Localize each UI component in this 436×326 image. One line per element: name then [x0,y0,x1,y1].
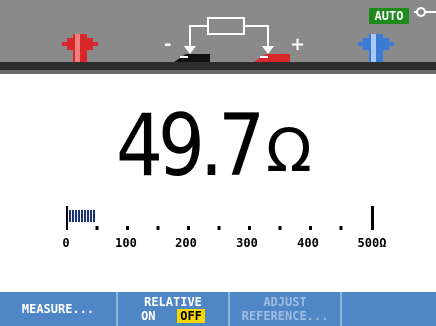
tick-label-200: 200 [175,236,197,250]
relative-softkey-title: RELATIVE [144,295,202,309]
measure-softkey[interactable]: MEASURE... [0,292,118,326]
resistor-schematic-icon [174,17,290,62]
bar-segment-6 [87,210,89,222]
scale-tick-3 [156,226,160,230]
bar-start-marker [66,206,68,230]
bar-graph: 0 100 200 300 400 500Ω [0,196,436,256]
bar-segment-1 [72,210,74,222]
scale-tick-1 [95,226,99,230]
relative-off-option: OFF [177,309,205,323]
softkey-bar: MEASURE... RELATIVE ON OFF ADJUST REFERE… [0,292,436,326]
measure-softkey-label: MEASURE... [21,302,95,316]
bar-graph-scale [66,206,374,230]
adjust-softkey-line2: REFERENCE... [241,309,329,323]
scale-tick-8 [309,226,312,230]
tick-label-400: 400 [297,236,319,250]
tick-label-500: 500Ω [357,236,387,250]
tick-label-300: 300 [236,236,258,250]
connector-plug-icon [414,7,436,17]
relative-on-option: ON [141,309,156,323]
main-reading: 49.7 Ω [116,100,356,192]
reading-value: 49.7 [116,96,265,196]
relative-softkey[interactable]: RELATIVE ON OFF [118,292,230,326]
scale-tick-9 [339,226,343,230]
adjust-reference-softkey[interactable]: ADJUST REFERENCE... [230,292,342,326]
red-probe-jack-icon [62,34,98,64]
bar-segment-8 [93,210,95,222]
reading-unit: Ω [266,116,312,186]
scale-tick-2 [126,226,129,230]
header-dark-band [0,62,436,70]
scale-tick-6 [248,226,251,230]
meter-screen: - + AUTO 49.7 Ω 0 100 200 300 400 500Ω M… [0,0,436,326]
header-bar: - + AUTO [0,0,436,64]
bar-segment-2 [75,210,77,222]
bar-segment-7 [90,210,92,222]
plus-sign: + [290,34,306,55]
bar-end-marker [371,206,374,230]
tick-label-0: 0 [62,236,70,250]
auto-range-badge: AUTO [369,8,409,24]
blue-probe-jack-icon [358,34,394,64]
bar-segment-4 [81,210,83,222]
scale-tick-5 [217,226,221,230]
minus-sign: - [164,34,172,55]
adjust-softkey-line1: ADJUST [263,295,307,309]
header-separator [0,70,436,74]
tick-label-100: 100 [115,236,137,250]
bar-segment-5 [84,210,86,222]
scale-tick-4 [187,226,190,230]
scale-tick-7 [278,226,282,230]
bar-segment-0 [69,210,71,222]
bar-segment-3 [78,210,80,222]
